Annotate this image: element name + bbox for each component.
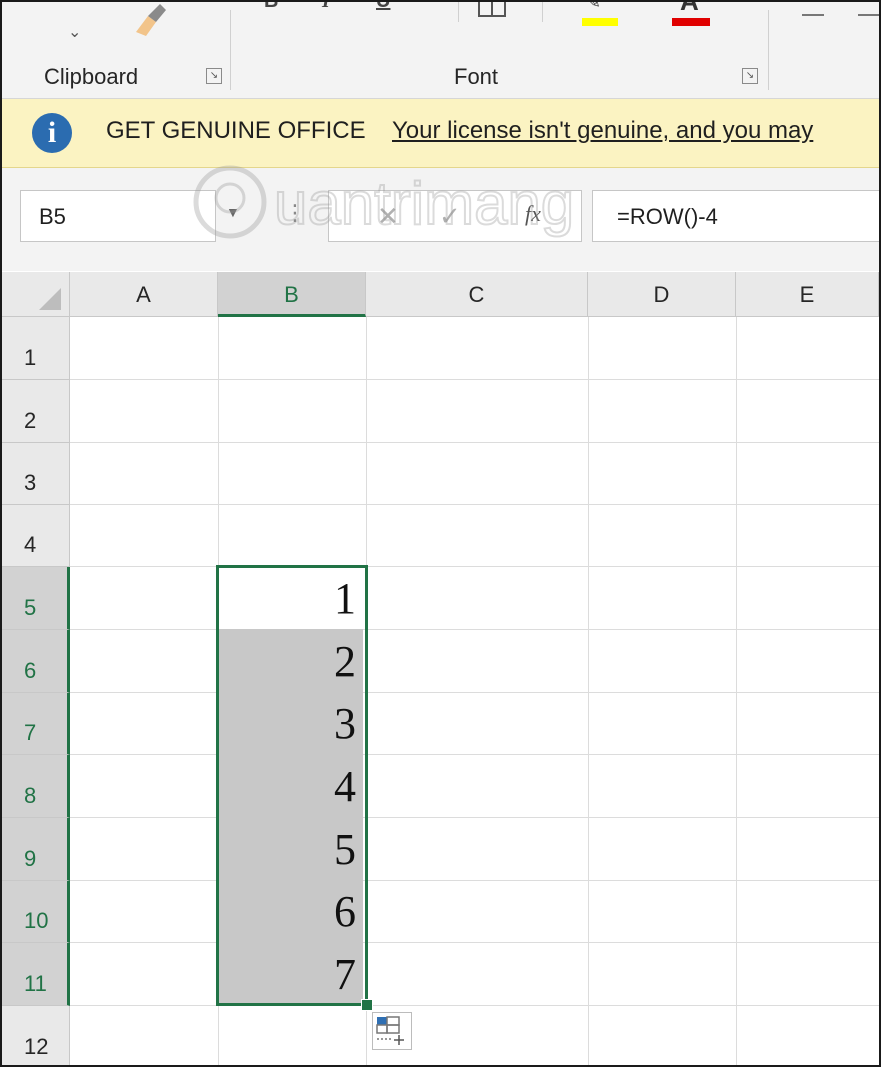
row-header-6[interactable]: 6 — [2, 630, 70, 693]
row-header-3[interactable]: 3 — [2, 443, 70, 505]
chevron-down-icon[interactable]: ⌄ — [68, 22, 81, 42]
gridline — [70, 1005, 879, 1006]
gridline — [70, 504, 879, 505]
font-color-bar[interactable] — [672, 18, 710, 26]
row-header-1[interactable]: 1 — [2, 317, 70, 380]
select-all-button[interactable] — [2, 272, 70, 317]
selection-border — [216, 565, 368, 1006]
gridline — [70, 629, 879, 630]
group-label-clipboard: Clipboard — [44, 64, 139, 89]
group-label-font: Font — [454, 64, 499, 89]
dialog-launcher-icon[interactable]: ↘ — [206, 68, 222, 84]
formula-input[interactable]: =ROW()-4 — [592, 190, 879, 242]
row-header-10[interactable]: 10 — [2, 881, 70, 943]
align-middle-icon[interactable] — [858, 14, 879, 16]
highlight-icon[interactable]: ✎ — [586, 2, 601, 13]
row-header-11[interactable]: 11 — [2, 943, 70, 1006]
row-header-8[interactable]: 8 — [2, 755, 70, 818]
format-painter-icon[interactable] — [132, 2, 172, 38]
gridline — [70, 754, 879, 755]
highlight-color-bar[interactable] — [582, 18, 618, 26]
auto-fill-options-icon — [376, 1016, 404, 1045]
column-header-e[interactable]: E — [736, 272, 879, 317]
excel-window: ⌄ Clipboard ↘ B I U ✎ A Font ↘ i GET GEN… — [0, 0, 881, 1067]
ribbon-separator — [768, 10, 769, 90]
column-header-b[interactable]: B — [218, 272, 366, 317]
ribbon-separator — [458, 2, 459, 22]
gridline — [70, 566, 879, 567]
info-icon: i — [32, 113, 72, 153]
gridline — [70, 692, 879, 693]
watermark-logo: uantrimang — [193, 165, 575, 239]
gridline — [70, 379, 879, 380]
gridline — [70, 880, 879, 881]
font-color-icon[interactable]: A — [680, 2, 699, 17]
underline-button[interactable]: U — [376, 2, 390, 13]
ribbon: ⌄ Clipboard ↘ B I U ✎ A Font ↘ — [2, 2, 879, 99]
gridline — [70, 942, 879, 943]
gridline — [70, 817, 879, 818]
column-header-d[interactable]: D — [588, 272, 736, 317]
fill-handle[interactable] — [361, 999, 373, 1011]
row-header-12[interactable]: 12 — [2, 1006, 70, 1065]
align-top-icon[interactable] — [802, 14, 824, 16]
dialog-launcher-icon[interactable]: ↘ — [742, 68, 758, 84]
column-header-c[interactable]: C — [366, 272, 588, 317]
row-header-4[interactable]: 4 — [2, 505, 70, 567]
worksheet-grid[interactable]: A B C D E 1 2 3 4 5 6 7 8 9 10 11 12 1 2 — [2, 272, 879, 1065]
ribbon-separator — [542, 2, 543, 22]
row-header-2[interactable]: 2 — [2, 380, 70, 443]
gridline — [70, 442, 879, 443]
notice-title: GET GENUINE OFFICE — [106, 117, 366, 144]
notice-link[interactable]: Your license isn't genuine, and you may — [392, 117, 813, 145]
auto-fill-options-button[interactable] — [372, 1012, 412, 1050]
row-header-7[interactable]: 7 — [2, 693, 70, 755]
svg-text:uantrimang: uantrimang — [274, 170, 574, 237]
borders-icon[interactable] — [478, 2, 506, 18]
row-header-5[interactable]: 5 — [2, 567, 70, 630]
column-header-a[interactable]: A — [70, 272, 218, 317]
ribbon-separator — [230, 10, 231, 90]
bold-button[interactable]: B — [264, 2, 278, 13]
italic-button[interactable]: I — [322, 2, 330, 13]
row-header-9[interactable]: 9 — [2, 818, 70, 881]
